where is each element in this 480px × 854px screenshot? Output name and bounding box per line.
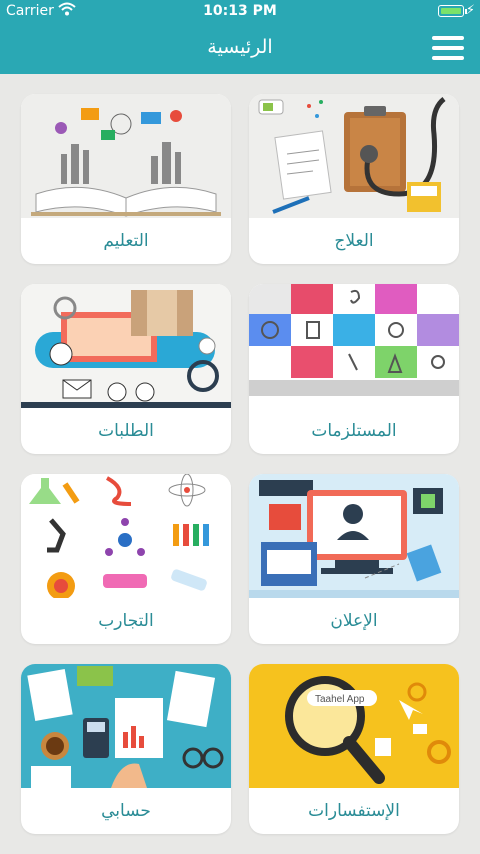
- hamburger-menu-icon[interactable]: [432, 36, 464, 60]
- clipboard-stethoscope-icon: [249, 94, 459, 218]
- orders-process-icon: [21, 284, 231, 408]
- taahel-app-text: Taahel App: [315, 694, 365, 705]
- battery-icon: [438, 5, 467, 17]
- card-treatment[interactable]: العلاج: [249, 94, 459, 264]
- app-header: Carrier 10:13 PM ⚡ الرئيسية: [0, 0, 480, 74]
- card-supplies[interactable]: المستلزمات: [249, 284, 459, 454]
- card-label: الإعلان: [330, 611, 378, 631]
- card-orders[interactable]: الطلبات: [21, 284, 231, 454]
- card-label: المستلزمات: [311, 421, 397, 441]
- card-experiments[interactable]: التجارب: [21, 474, 231, 644]
- card-inquiries[interactable]: Taahel App الإستفسارات: [249, 664, 459, 834]
- card-label: التجارب: [98, 611, 154, 631]
- advertising-screens-icon: [249, 474, 459, 598]
- medical-supplies-grid-icon: [249, 284, 459, 408]
- account-documents-icon: [21, 664, 231, 788]
- charging-icon: ⚡: [465, 3, 475, 18]
- lab-experiments-icon: [21, 474, 231, 598]
- card-label: حسابي: [101, 801, 151, 821]
- card-label: العلاج: [334, 231, 374, 251]
- card-label: الطلبات: [98, 421, 154, 441]
- magnifier-inquiries-icon: Taahel App: [249, 664, 459, 788]
- page-title: الرئيسية: [207, 36, 273, 58]
- card-education[interactable]: التعليم: [21, 94, 231, 264]
- card-label: الإستفسارات: [308, 801, 400, 821]
- open-book-icon: [21, 94, 231, 218]
- status-bar: Carrier 10:13 PM ⚡: [0, 0, 480, 24]
- card-my-account[interactable]: حسابي: [21, 664, 231, 834]
- clock: 10:13 PM: [203, 3, 277, 19]
- card-advertising[interactable]: الإعلان: [249, 474, 459, 644]
- card-label: التعليم: [103, 231, 149, 251]
